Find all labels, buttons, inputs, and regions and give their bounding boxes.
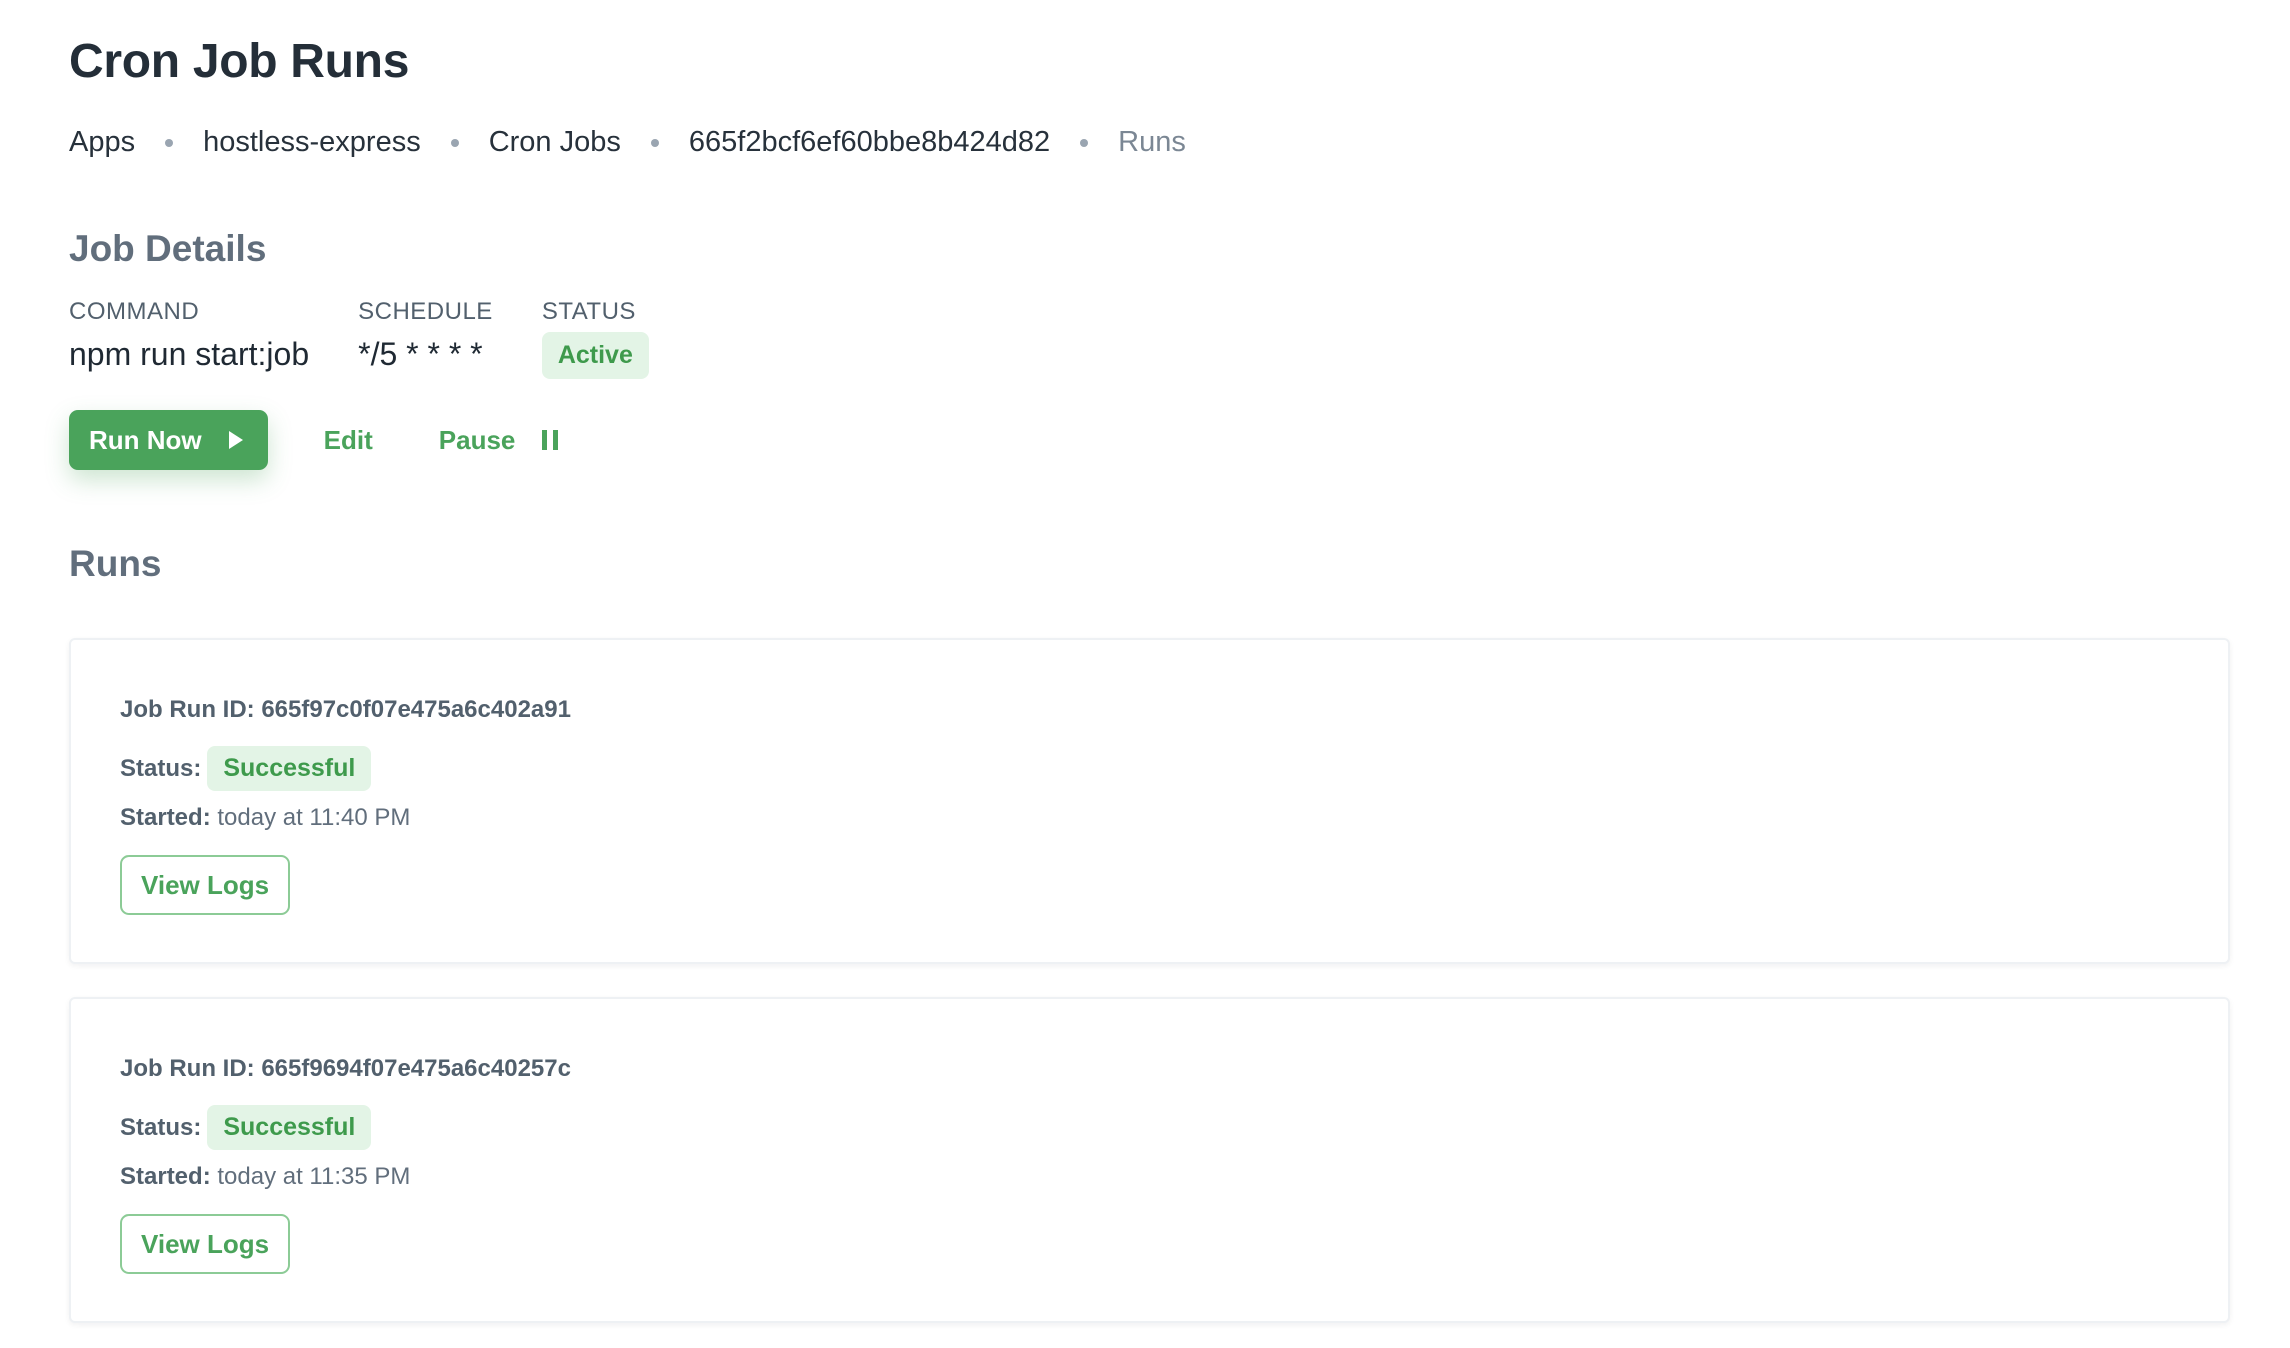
run-now-button[interactable]: Run Now bbox=[69, 410, 268, 470]
status-label: STATUS bbox=[541, 298, 636, 325]
page-title: Cron Job Runs bbox=[69, 35, 410, 88]
schedule-field: SCHEDULE */5 * * * * bbox=[358, 298, 493, 379]
play-icon bbox=[228, 430, 244, 450]
view-logs-button[interactable]: View Logs bbox=[120, 1214, 291, 1274]
view-logs-button[interactable]: View Logs bbox=[120, 855, 291, 915]
breadcrumb-cron-jobs[interactable]: Cron Jobs bbox=[489, 126, 621, 159]
command-field: COMMAND npm run start:job bbox=[69, 298, 309, 379]
run-status: Status: Successful bbox=[120, 1105, 372, 1150]
run-status-label: Status: bbox=[120, 754, 202, 782]
breadcrumb-apps[interactable]: Apps bbox=[69, 126, 135, 159]
runs-heading: Runs bbox=[69, 543, 162, 584]
breadcrumb-separator bbox=[1080, 138, 1089, 147]
run-started-value: today at 11:35 PM bbox=[217, 1163, 411, 1190]
status-badge: Active bbox=[541, 332, 649, 379]
run-started: Started: today at 11:40 PM bbox=[120, 804, 410, 832]
command-label: COMMAND bbox=[69, 298, 200, 325]
run-id: Job Run ID: 665f97c0f07e475a6c402a91 bbox=[120, 696, 571, 724]
breadcrumb-separator bbox=[165, 138, 174, 147]
breadcrumb: Apps hostless-express Cron Jobs 665f2bcf… bbox=[69, 126, 1186, 159]
run-started: Started: today at 11:35 PM bbox=[120, 1163, 410, 1191]
run-started-label: Started: bbox=[120, 804, 211, 831]
breadcrumb-current: Runs bbox=[1118, 126, 1186, 158]
run-status-badge: Successful bbox=[207, 1105, 372, 1150]
job-actions: Run Now Edit Pause bbox=[69, 410, 560, 470]
run-card: Job Run ID: 665f9694f07e475a6c40257c Sta… bbox=[69, 997, 2230, 1323]
run-id-label: Job Run ID: bbox=[120, 1055, 255, 1082]
run-status: Status: Successful bbox=[120, 746, 372, 791]
breadcrumb-separator bbox=[650, 138, 659, 147]
pause-icon bbox=[540, 429, 560, 451]
run-id-value: 665f9694f07e475a6c40257c bbox=[261, 1055, 571, 1082]
page: Cron Job Runs Apps hostless-express Cron… bbox=[0, 0, 2290, 1348]
run-now-label: Run Now bbox=[89, 424, 202, 455]
job-details-heading: Job Details bbox=[69, 228, 267, 269]
job-details: COMMAND npm run start:job SCHEDULE */5 *… bbox=[69, 298, 698, 379]
breadcrumb-job-id[interactable]: 665f2bcf6ef60bbe8b424d82 bbox=[689, 126, 1050, 159]
pause-button[interactable]: Pause bbox=[439, 425, 561, 456]
edit-button[interactable]: Edit bbox=[324, 425, 373, 456]
run-card: Job Run ID: 665f97c0f07e475a6c402a91 Sta… bbox=[69, 638, 2230, 964]
status-field: STATUS Active bbox=[541, 298, 649, 379]
run-started-label: Started: bbox=[120, 1163, 211, 1190]
pause-label: Pause bbox=[438, 424, 516, 455]
run-status-label: Status: bbox=[120, 1113, 202, 1141]
breadcrumb-separator bbox=[450, 138, 459, 147]
run-id: Job Run ID: 665f9694f07e475a6c40257c bbox=[120, 1055, 571, 1083]
run-id-label: Job Run ID: bbox=[120, 696, 255, 723]
run-id-value: 665f97c0f07e475a6c402a91 bbox=[261, 696, 571, 723]
run-started-value: today at 11:40 PM bbox=[217, 804, 411, 831]
breadcrumb-app[interactable]: hostless-express bbox=[203, 126, 421, 159]
edit-label: Edit bbox=[323, 424, 373, 455]
run-status-badge: Successful bbox=[207, 746, 372, 791]
schedule-label: SCHEDULE bbox=[358, 298, 493, 325]
command-value: npm run start:job bbox=[69, 336, 310, 372]
schedule-value: */5 * * * * bbox=[358, 336, 483, 372]
